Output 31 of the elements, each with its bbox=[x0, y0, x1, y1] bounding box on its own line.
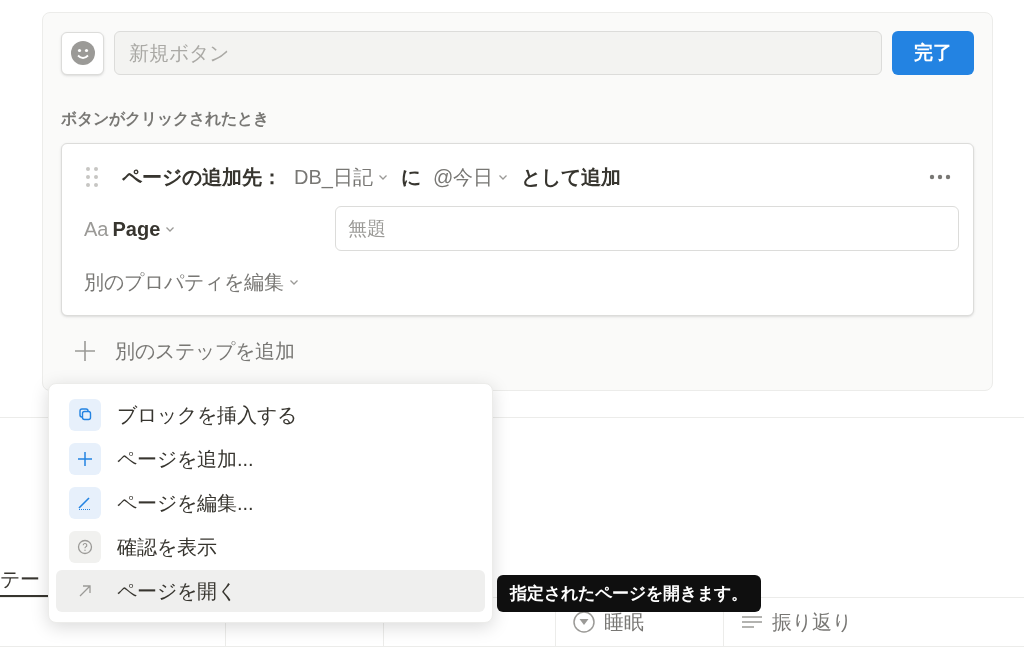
menu-item[interactable]: 確認を表示 bbox=[56, 526, 485, 568]
menu-item[interactable]: ページを開く bbox=[56, 570, 485, 612]
step-connector: に bbox=[400, 165, 421, 190]
plus-icon bbox=[73, 339, 97, 363]
property-picker[interactable]: Aa Page bbox=[84, 213, 335, 244]
edit-properties-button[interactable]: 別のプロパティを編集 bbox=[84, 267, 300, 297]
pencil-icon bbox=[69, 487, 101, 519]
date-picker[interactable]: @今日 bbox=[432, 162, 510, 192]
trigger-label: ボタンがクリックされたとき bbox=[61, 109, 270, 129]
plus-icon bbox=[69, 443, 101, 475]
button-name-field[interactable]: 新規ボタン bbox=[114, 31, 882, 75]
menu-item[interactable]: ブロックを挿入する bbox=[56, 394, 485, 436]
database-picker[interactable]: DB_日記 bbox=[294, 162, 389, 192]
step-prefix: ページの追加先： bbox=[122, 165, 282, 190]
more-icon[interactable] bbox=[929, 174, 951, 180]
column-header: 振り返り bbox=[772, 610, 852, 635]
drag-handle-icon[interactable] bbox=[84, 165, 100, 189]
menu-item[interactable]: ページを編集... bbox=[56, 482, 485, 524]
column-header: 睡眠 bbox=[604, 610, 644, 635]
add-step-button[interactable]: 別のステップを追加 bbox=[73, 336, 295, 366]
caret-circle-icon bbox=[572, 610, 596, 634]
property-value-field[interactable]: 無題 bbox=[335, 206, 959, 251]
tooltip: 指定されたページを開きます。 bbox=[497, 575, 761, 612]
copy-icon bbox=[69, 399, 101, 431]
question-icon bbox=[69, 531, 101, 563]
done-button[interactable]: 完了 bbox=[892, 31, 974, 75]
menu-item[interactable]: ページを追加... bbox=[56, 438, 485, 480]
emoji-button[interactable] bbox=[61, 31, 104, 75]
smiley-icon bbox=[69, 40, 96, 66]
lines-icon bbox=[740, 613, 764, 631]
step-suffix: として追加 bbox=[521, 165, 622, 190]
